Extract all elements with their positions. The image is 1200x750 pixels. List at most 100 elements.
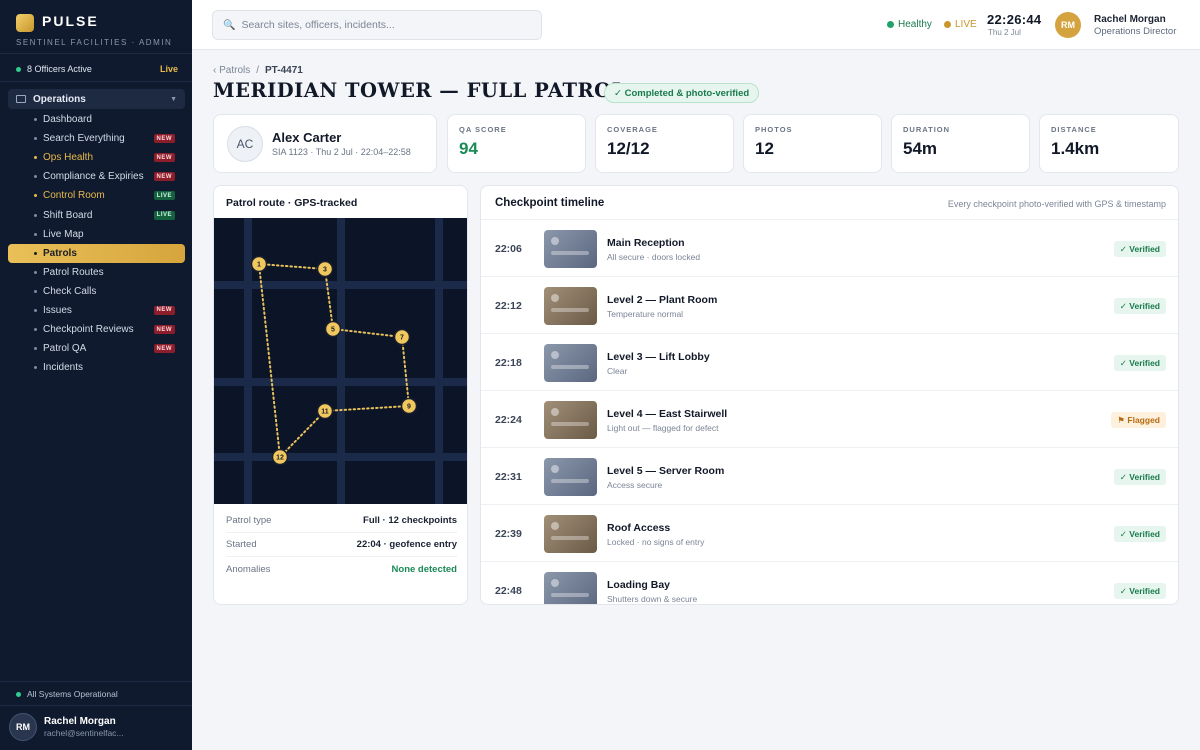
officers-active-status[interactable]: 8 Officers Active Live <box>16 64 178 74</box>
bullet-icon <box>34 232 37 236</box>
sidebar-item-check-calls[interactable]: Check Calls <box>8 282 185 301</box>
checkpoint-name: Level 5 — Server Room <box>607 465 725 477</box>
route-map[interactable]: 1 3 5 7 9 11 12 <box>214 218 467 504</box>
sidebar-item-patrols[interactable]: Patrols <box>8 243 185 263</box>
officer-card[interactable]: AC Alex Carter SIA 1123 · Thu 2 Jul · 22… <box>213 114 437 173</box>
header-user-name: Rachel Morgan <box>1094 14 1166 25</box>
divider <box>0 81 192 82</box>
sidebar-item-shift-board[interactable]: Shift Board LIVE <box>8 205 185 224</box>
route-info-value: Full · 12 checkpoints <box>363 515 457 526</box>
checkpoint-marker-9[interactable]: 9 <box>400 397 418 415</box>
sidebar-item-label: Ops Health <box>43 152 94 164</box>
live-dot-icon <box>944 21 951 28</box>
checkpoint-marker-11[interactable]: 11 <box>316 402 334 420</box>
breadcrumb-parent-link[interactable]: ‹ Patrols <box>213 65 250 76</box>
checkpoint-photo-thumbnail[interactable] <box>544 458 597 496</box>
divider <box>0 53 192 54</box>
health-status[interactable]: Healthy <box>887 19 932 30</box>
header-user[interactable]: Rachel Morgan Operations Director <box>1094 14 1176 37</box>
sidebar-item-label: Patrols <box>43 247 77 259</box>
sidebar-user[interactable]: RM Rachel Morgan rachel@sentinelfac... <box>9 713 124 741</box>
avatar: RM <box>9 713 37 741</box>
checkpoint-marker-3[interactable]: 3 <box>316 260 334 278</box>
sidebar-item-live-map[interactable]: Live Map <box>8 225 185 244</box>
officer-avatar: AC <box>227 126 263 162</box>
map-street <box>244 218 252 504</box>
live-status[interactable]: LIVE <box>944 19 977 30</box>
bullet-icon <box>34 308 37 312</box>
sidebar-item-label: Patrol QA <box>43 343 87 355</box>
sidebar-item-incidents[interactable]: Incidents <box>8 358 185 377</box>
verified-badge: ✓ Verified <box>1113 583 1166 599</box>
checkpoint-marker-1[interactable]: 1 <box>250 255 268 273</box>
sidebar-item-label: Dashboard <box>43 114 92 126</box>
bullet-icon <box>34 289 37 293</box>
sidebar-item-label: Incidents <box>43 362 84 374</box>
sidebar-item-issues[interactable]: Issues NEW <box>8 301 185 320</box>
checkpoint-photo-thumbnail[interactable] <box>544 344 597 382</box>
sidebar-item-label: Patrol Routes <box>43 266 104 278</box>
bullet-icon <box>34 175 37 179</box>
map-street <box>337 218 345 504</box>
route-info-key: Started <box>226 539 257 550</box>
sidebar-item-checkpoint-reviews[interactable]: Checkpoint Reviews NEW <box>8 320 185 339</box>
breadcrumb-current: PT-4471 <box>265 65 303 76</box>
sidebar-item-label: Control Room <box>43 190 105 202</box>
sidebar-item-label: Shift Board <box>43 209 93 221</box>
sidebar-item-compliance-expiries[interactable]: Compliance & Expiries NEW <box>8 167 185 186</box>
checkpoint-marker-label: 5 <box>331 327 335 334</box>
checkpoint-marker-12[interactable]: 12 <box>271 448 289 466</box>
user-email: rachel@sentinelfac... <box>44 728 124 738</box>
checkpoint-timeline-card: Checkpoint timeline Every checkpoint pho… <box>480 185 1179 605</box>
checkpoint-marker-7[interactable]: 7 <box>393 328 411 346</box>
timeline-row[interactable]: 22:48 Loading Bay Shutters down & secure ✓ … <box>481 562 1178 604</box>
route-map-svg: 1 3 5 7 9 11 12 <box>214 218 467 504</box>
checkpoint-photo-thumbnail[interactable] <box>544 401 597 439</box>
timeline-row[interactable]: 22:06 Main Reception All secure · doors lo… <box>481 220 1178 277</box>
brand[interactable]: PULSE SENTINEL FACILITIES · ADMIN <box>16 13 171 47</box>
live-badge: LIVE <box>153 191 175 201</box>
sidebar-item-patrol-qa[interactable]: Patrol QA NEW <box>8 339 185 358</box>
checkpoint-time: 22:31 <box>495 471 522 483</box>
photo-placeholder-icon <box>551 465 559 473</box>
timeline-row[interactable]: 22:39 Roof Access Locked · no signs of ent… <box>481 505 1178 562</box>
monitor-icon <box>16 95 26 103</box>
timeline-row[interactable]: 22:31 Level 5 — Server Room Access secure ✓… <box>481 448 1178 505</box>
stat-value: 12/12 <box>607 139 650 158</box>
timeline-row[interactable]: 22:24 Level 4 — East Stairwell Light out —… <box>481 391 1178 448</box>
verified-badge: ✓ Verified <box>1113 355 1166 371</box>
checkpoint-photo-thumbnail[interactable] <box>544 230 597 268</box>
search-box[interactable]: 🔍 <box>212 10 542 40</box>
header-avatar[interactable]: RM <box>1055 12 1081 38</box>
checkpoint-photo-thumbnail[interactable] <box>544 572 597 604</box>
sidebar-item-label: Check Calls <box>43 285 97 297</box>
checkpoint-time: 22:18 <box>495 357 522 369</box>
breadcrumb-separator: / <box>256 65 260 76</box>
section-label: Operations <box>33 93 86 105</box>
sidebar: PULSE SENTINEL FACILITIES · ADMIN 8 Offi… <box>0 0 192 750</box>
timeline-row[interactable]: 22:12 Level 2 — Plant Room Temperature nor… <box>481 277 1178 334</box>
stat-label: PHOTOS <box>755 125 793 134</box>
sidebar-item-dashboard[interactable]: Dashboard <box>8 110 185 129</box>
timeline-row[interactable]: 22:18 Level 3 — Lift Lobby Clear ✓ Verified <box>481 334 1178 391</box>
sidebar-item-patrol-routes[interactable]: Patrol Routes <box>8 263 185 282</box>
status-badge: ✓ Completed & photo-verified <box>604 83 760 103</box>
route-info-row: Patrol type Full · 12 checkpoints <box>226 509 457 533</box>
checkpoint-photo-thumbnail[interactable] <box>544 287 597 325</box>
search-input[interactable] <box>241 19 522 31</box>
system-status: All Systems Operational <box>16 689 118 699</box>
timeline-rows[interactable]: 22:06 Main Reception All secure · doors lo… <box>481 220 1178 604</box>
sidebar-item-search-everything[interactable]: Search Everything NEW <box>8 129 185 148</box>
bullet-icon <box>34 213 37 217</box>
live-label: Live <box>159 64 178 74</box>
checkpoint-marker-label: 9 <box>407 404 411 411</box>
divider <box>0 681 192 682</box>
stat-card-qa-score: QA SCORE 94 <box>447 114 586 173</box>
checkpoint-marker-5[interactable]: 5 <box>324 320 342 338</box>
sidebar-item-ops-health[interactable]: Ops Health NEW <box>8 148 185 167</box>
sidebar-item-label: Compliance & Expiries <box>43 171 144 183</box>
flagged-badge: ⚑ Flagged <box>1111 412 1166 428</box>
sidebar-section-operations[interactable]: Operations ▼ <box>8 89 185 109</box>
checkpoint-photo-thumbnail[interactable] <box>544 515 597 553</box>
sidebar-item-control-room[interactable]: Control Room LIVE <box>8 186 185 205</box>
